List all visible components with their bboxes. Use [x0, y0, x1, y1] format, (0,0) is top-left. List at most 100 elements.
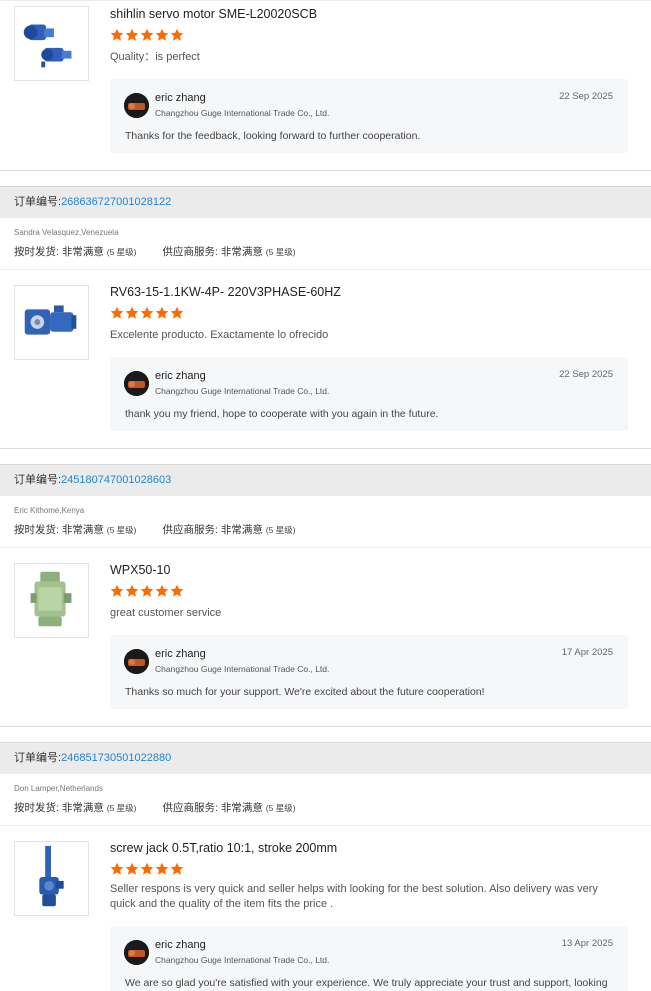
- service-level: (5 星级): [265, 525, 296, 535]
- star-icon: [140, 306, 154, 320]
- reply-date: 13 Apr 2025: [561, 938, 613, 949]
- seller-reply: eric zhang Changzhou Guge International …: [110, 79, 628, 153]
- star-icon: [140, 584, 154, 598]
- on-time-label: 按时发货:: [14, 246, 59, 258]
- star-icon: [125, 306, 139, 320]
- on-time-value: 非常满意: [61, 524, 104, 536]
- star-icon: [110, 28, 124, 42]
- supplier-ratings: 按时发货: 非常满意 (5 星级) 供应商服务: 非常满意 (5 星级): [14, 522, 296, 537]
- divider: [0, 726, 651, 727]
- order-label: 订单编号:: [14, 196, 62, 208]
- product-thumbnail[interactable]: [14, 6, 89, 81]
- avatar-image-icon: [124, 649, 149, 674]
- divider: [0, 547, 651, 548]
- reply-author: eric zhang: [155, 648, 206, 660]
- star-rating: [110, 584, 184, 598]
- on-time-level: (5 星级): [106, 247, 137, 257]
- reply-company: Changzhou Guge International Trade Co., …: [155, 664, 330, 674]
- review-text: Excelente producto. Exactamente lo ofrec…: [110, 329, 329, 341]
- buyer-name: Sandra Velasquez,Venezuela: [14, 228, 119, 237]
- star-icon: [155, 584, 169, 598]
- star-icon: [155, 306, 169, 320]
- supplier-ratings: 按时发货: 非常满意 (5 星级) 供应商服务: 非常满意 (5 星级): [14, 800, 296, 815]
- star-icon: [170, 584, 184, 598]
- worm-gearbox-motor-image: [15, 286, 88, 359]
- blue-servo-motor-image: [15, 7, 88, 80]
- reply-company: Changzhou Guge International Trade Co., …: [155, 955, 330, 965]
- star-icon: [140, 862, 154, 876]
- reply-date: 22 Sep 2025: [559, 369, 613, 380]
- seller-reply: eric zhang Changzhou Guge International …: [110, 635, 628, 709]
- star-icon: [170, 306, 184, 320]
- reply-date: 17 Apr 2025: [561, 647, 613, 658]
- star-rating: [110, 28, 184, 42]
- review-text: great customer service: [110, 607, 222, 619]
- star-icon: [110, 584, 124, 598]
- product-thumbnail[interactable]: [14, 563, 89, 638]
- avatar-image-icon: [124, 371, 149, 396]
- star-icon: [110, 306, 124, 320]
- star-icon: [155, 862, 169, 876]
- reply-company: Changzhou Guge International Trade Co., …: [155, 386, 330, 396]
- divider: [0, 170, 651, 171]
- order-label: 订单编号:: [14, 752, 62, 764]
- supplier-ratings: 按时发货: 非常满意 (5 星级) 供应商服务: 非常满意 (5 星级): [14, 244, 296, 259]
- divider: [0, 825, 651, 826]
- order-number-link[interactable]: 246851730501022880: [61, 752, 171, 764]
- reply-date: 22 Sep 2025: [559, 91, 613, 102]
- avatar: [124, 93, 149, 118]
- star-icon: [125, 862, 139, 876]
- order-number-link[interactable]: 268636727001028122: [61, 196, 171, 208]
- service-value: 非常满意: [220, 246, 263, 258]
- order-number-link[interactable]: 245180747001028603: [61, 474, 171, 486]
- reply-text: Thanks so much for your support. We're e…: [125, 686, 485, 698]
- service-label: 供应商服务:: [162, 246, 218, 258]
- review-text: Seller respons is very quick and seller …: [110, 883, 598, 910]
- reply-company: Changzhou Guge International Trade Co., …: [155, 108, 330, 118]
- star-icon: [170, 28, 184, 42]
- reply-author: eric zhang: [155, 939, 206, 951]
- on-time-label: 按时发货:: [14, 524, 59, 536]
- buyer-name: Eric Kithome,Kenya: [14, 506, 85, 515]
- service-label: 供应商服务:: [162, 524, 218, 536]
- order-header: 订单编号:246851730501022880: [0, 742, 651, 774]
- avatar: [124, 371, 149, 396]
- green-gear-reducer-image: [15, 564, 88, 637]
- divider: [0, 448, 651, 449]
- star-icon: [110, 862, 124, 876]
- reply-text: We are so glad you're satisfied with you…: [125, 977, 608, 989]
- reply-author: eric zhang: [155, 370, 206, 382]
- avatar: [124, 940, 149, 965]
- order-header: 订单编号:268636727001028122: [0, 186, 651, 218]
- reply-text: Thanks for the feedback, looking forward…: [125, 130, 421, 142]
- service-level: (5 星级): [265, 803, 296, 813]
- star-icon: [125, 584, 139, 598]
- order-label: 订单编号:: [14, 474, 62, 486]
- star-icon: [140, 28, 154, 42]
- reply-text: thank you my friend, hope to cooperate w…: [125, 408, 439, 420]
- reply-author: eric zhang: [155, 92, 206, 104]
- star-rating: [110, 306, 184, 320]
- service-level: (5 星级): [265, 247, 296, 257]
- service-label: 供应商服务:: [162, 802, 218, 814]
- buyer-name: Don Lamper,Netherlands: [14, 784, 103, 793]
- service-value: 非常满意: [220, 802, 263, 814]
- divider: [0, 269, 651, 270]
- top-border: [0, 0, 651, 1]
- product-title[interactable]: screw jack 0.5T,ratio 10:1, stroke 200mm: [110, 841, 337, 855]
- avatar: [124, 649, 149, 674]
- seller-reply: eric zhang Changzhou Guge International …: [110, 357, 628, 431]
- star-icon: [170, 862, 184, 876]
- service-value: 非常满意: [220, 524, 263, 536]
- product-thumbnail[interactable]: [14, 285, 89, 360]
- star-icon: [125, 28, 139, 42]
- on-time-value: 非常满意: [61, 802, 104, 814]
- product-title[interactable]: RV63-15-1.1KW-4P- 220V3PHASE-60HZ: [110, 285, 341, 299]
- on-time-level: (5 星级): [106, 525, 137, 535]
- product-title[interactable]: WPX50-10: [110, 563, 170, 577]
- product-title[interactable]: shihlin servo motor SME-L20020SCB: [110, 7, 317, 21]
- blue-screw-jack-image: [15, 842, 88, 915]
- on-time-value: 非常满意: [61, 246, 104, 258]
- avatar-image-icon: [124, 93, 149, 118]
- product-thumbnail[interactable]: [14, 841, 89, 916]
